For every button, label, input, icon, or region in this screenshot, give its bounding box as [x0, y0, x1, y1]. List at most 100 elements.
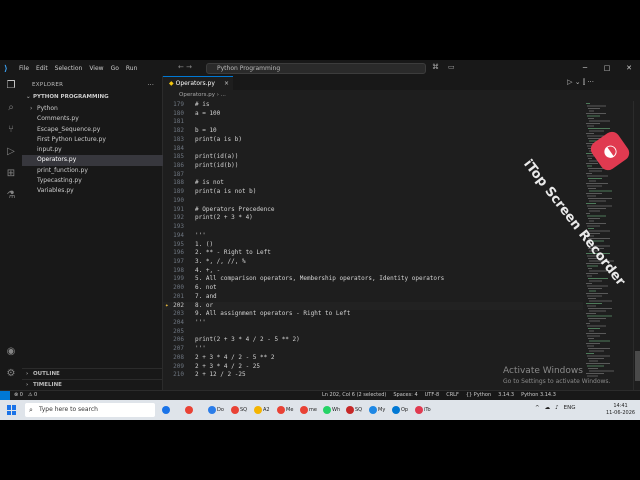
close-icon[interactable]: ✕: [618, 60, 640, 76]
code-line[interactable]: 179 # is: [163, 101, 583, 110]
layout-icon[interactable]: ▭: [448, 63, 455, 71]
tab-operators[interactable]: ◆ Operators.py ×: [163, 76, 233, 90]
code-line[interactable]: 206 print(2 + 3 * 4 / 2 - 5 ** 2): [163, 336, 583, 345]
breadcrumb[interactable]: Operators.py › ...: [163, 90, 583, 100]
taskbar-app[interactable]: iTo: [413, 402, 436, 418]
file-variables[interactable]: Variables.py: [22, 186, 163, 196]
editor-scrollbar[interactable]: [633, 101, 640, 390]
code-line[interactable]: 196 2. ** - Right to Left: [163, 249, 583, 258]
volume-icon[interactable]: ♪: [555, 405, 559, 411]
menu-run[interactable]: Run: [126, 65, 138, 72]
outline-section[interactable]: › OUTLINE: [22, 368, 163, 378]
interpreter[interactable]: Python 3.14.3: [521, 392, 556, 398]
code-line[interactable]: 189 print(a is not b): [163, 188, 583, 197]
code-line[interactable]: 184: [163, 145, 583, 154]
file-typecasting[interactable]: Typecasting.py: [22, 176, 163, 186]
code-line[interactable]: 201 7. and: [163, 293, 583, 302]
taskbar-app[interactable]: A2: [252, 402, 275, 418]
language-indicator[interactable]: ENG: [564, 405, 576, 411]
menu-view[interactable]: View: [89, 65, 103, 72]
code-line[interactable]: 181: [163, 118, 583, 127]
code-editor[interactable]: 179 # is 180 a = 100 181 182 b = 10 183 print(a …: [163, 101, 583, 390]
code-line[interactable]: 198 4. +, -: [163, 267, 583, 276]
explorer-icon[interactable]: ❐: [5, 80, 17, 92]
indentation[interactable]: Spaces: 4: [393, 392, 417, 398]
code-line[interactable]: 207 ''': [163, 345, 583, 354]
nav-arrows[interactable]: ← →: [178, 63, 192, 71]
folder-python[interactable]: › Python: [22, 104, 163, 114]
run-file-icon[interactable]: ▷ ⌄ ⫿ ···: [567, 78, 594, 87]
clock[interactable]: 14:41 11-06-2026: [606, 403, 635, 417]
scrollbar-thumb[interactable]: [635, 351, 640, 381]
file-escape-sequence[interactable]: Escape_Sequence.py: [22, 125, 163, 135]
more-actions-icon[interactable]: ···: [147, 81, 154, 89]
taskbar-search-input[interactable]: ⌕ Type here to search: [25, 403, 155, 417]
code-line[interactable]: 191 # Operators Precedence: [163, 206, 583, 215]
taskbar-app[interactable]: Me: [275, 402, 298, 418]
run-debug-icon[interactable]: ▷: [5, 146, 17, 158]
warnings-count[interactable]: ⚠ 0: [28, 392, 37, 398]
taskbar-app[interactable]: My: [367, 402, 390, 418]
menu-file[interactable]: File: [19, 65, 29, 72]
cursor-position[interactable]: Ln 202, Col 6 (2 selected): [322, 392, 386, 398]
copilot-icon[interactable]: ⌘: [432, 63, 439, 71]
code-line[interactable]: ✦ 202 8. or: [163, 301, 583, 311]
code-line[interactable]: 183 print(a is b): [163, 136, 583, 145]
code-line[interactable]: 182 b = 10: [163, 127, 583, 136]
menu-selection[interactable]: Selection: [55, 65, 83, 72]
file-first-python-lecture[interactable]: First Python Lecture.py: [22, 135, 163, 145]
language-mode[interactable]: {} Python: [466, 392, 491, 398]
python-version[interactable]: 3.14.3: [498, 392, 514, 398]
timeline-section[interactable]: › TIMELINE: [22, 379, 163, 389]
code-line[interactable]: 188 # is not: [163, 179, 583, 188]
extensions-icon[interactable]: ⊞: [5, 168, 17, 180]
code-line[interactable]: 203 9. All assignment operators - Right t…: [163, 310, 583, 319]
code-line[interactable]: 208 2 + 3 * 4 / 2 - 5 ** 2: [163, 354, 583, 363]
source-control-icon[interactable]: ⑂: [5, 124, 17, 136]
search-icon[interactable]: ⌕: [5, 102, 17, 114]
line-ending[interactable]: CRLF: [446, 392, 459, 398]
command-center-search[interactable]: Python Programming: [206, 63, 426, 74]
code-line[interactable]: 205: [163, 328, 583, 337]
line-number: 193: [173, 223, 184, 231]
taskbar-app[interactable]: me: [298, 402, 321, 418]
taskbar-app[interactable]: Wh: [321, 402, 344, 418]
file-operators[interactable]: Operators.py: [22, 155, 163, 166]
testing-icon[interactable]: ⚗: [5, 190, 17, 202]
menu-edit[interactable]: Edit: [36, 65, 48, 72]
file-input[interactable]: input.py: [22, 145, 163, 155]
windows-start-icon[interactable]: [7, 405, 17, 415]
code-line[interactable]: 204 ''': [163, 319, 583, 328]
settings-gear-icon[interactable]: ⚙: [5, 368, 17, 380]
code-line[interactable]: 199 5. All comparison operators, Membersh…: [163, 275, 583, 284]
account-icon[interactable]: ◉: [5, 346, 17, 358]
menu-go[interactable]: Go: [111, 65, 119, 72]
taskbar-app[interactable]: [183, 402, 206, 418]
app-label: Me: [286, 407, 294, 413]
taskbar-app[interactable]: SQ: [344, 402, 367, 418]
taskbar-app[interactable]: Do: [206, 402, 229, 418]
encoding[interactable]: UTF-8: [425, 392, 440, 398]
code-line[interactable]: 187: [163, 171, 583, 180]
code-line[interactable]: 190: [163, 197, 583, 206]
code-line[interactable]: 192 print(2 + 3 * 4): [163, 214, 583, 223]
tab-close-icon[interactable]: ×: [224, 77, 229, 90]
code-line[interactable]: 200 6. not: [163, 284, 583, 293]
taskbar-app[interactable]: Op: [390, 402, 413, 418]
code-line[interactable]: 194 ''': [163, 232, 583, 241]
taskbar-app[interactable]: [160, 402, 183, 418]
project-folder-header[interactable]: ⌄ PYTHON PROGRAMMING: [26, 94, 109, 100]
code-line[interactable]: 180 a = 100: [163, 110, 583, 119]
tray-overflow-icon[interactable]: ^: [535, 405, 540, 411]
code-line[interactable]: 185 print(id(a)): [163, 153, 583, 162]
minimize-icon[interactable]: ─: [574, 60, 596, 76]
code-line[interactable]: 195 1. (): [163, 241, 583, 250]
taskbar-app[interactable]: SQ: [229, 402, 252, 418]
file-comments[interactable]: Comments.py: [22, 114, 163, 124]
file-print-function[interactable]: print_function.py: [22, 166, 163, 176]
errors-count[interactable]: ⊗ 0: [14, 392, 23, 398]
network-icon[interactable]: ☁: [545, 405, 551, 411]
code-line[interactable]: 197 3. *, /, //, %: [163, 258, 583, 267]
maximize-icon[interactable]: □: [596, 60, 618, 76]
code-line[interactable]: 193: [163, 223, 583, 232]
